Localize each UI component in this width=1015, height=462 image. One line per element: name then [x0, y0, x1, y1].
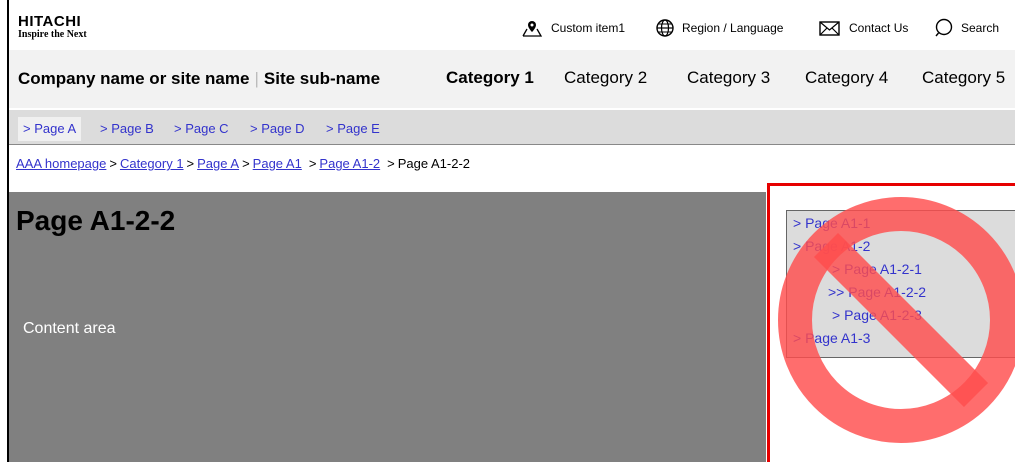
localnav-page-a1-3[interactable]: > Page A1-3	[793, 330, 870, 346]
site-sub-name: Site sub-name	[263, 69, 381, 88]
search-icon	[935, 18, 953, 37]
nav-category-5[interactable]: Category 5	[922, 68, 1005, 88]
side-panel: > Page A1-1 > Page A1-2 > Page A1-2-1 >>…	[767, 183, 1015, 462]
breadcrumb-current: Page A1-2-2	[397, 156, 471, 171]
globe-icon	[656, 19, 674, 37]
nav-category-1[interactable]: Category 1	[446, 68, 534, 88]
region-language-link[interactable]: Region / Language	[655, 18, 783, 38]
map-pin-icon	[522, 21, 543, 37]
search-label: Search	[961, 21, 1000, 35]
localnav-page-a1-1[interactable]: > Page A1-1	[793, 215, 870, 231]
breadcrumb-link-page-a1[interactable]: Page A1	[253, 156, 302, 171]
logo-tagline: Inspire the Next	[18, 29, 87, 40]
region-language-label: Region / Language	[682, 21, 784, 35]
hitachi-logo[interactable]: HITACHI Inspire the Next	[18, 14, 87, 40]
main-navigation: Company name or site name | Site sub-name …	[9, 50, 1015, 108]
nav-category-2[interactable]: Category 2	[564, 68, 647, 88]
contact-us-label: Contact Us	[849, 21, 909, 35]
site-title-separator: |	[254, 69, 259, 88]
subnav-page-d[interactable]: > Page D	[245, 117, 310, 141]
breadcrumb-separator: >	[242, 156, 250, 171]
breadcrumb-link-page-a[interactable]: Page A	[197, 156, 239, 171]
subnav-page-a[interactable]: > Page A	[18, 117, 82, 141]
localnav-page-a1-2-1[interactable]: > Page A1-2-1	[832, 261, 922, 277]
localnav-page-a1-2-2[interactable]: >> Page A1-2-2	[828, 284, 926, 300]
sub-navigation: > Page A > Page B > Page C > Page D > Pa…	[9, 110, 1015, 145]
subnav-page-e[interactable]: > Page E	[321, 117, 385, 141]
logo-wordmark: HITACHI	[18, 13, 82, 30]
local-navigation: > Page A1-1 > Page A1-2 > Page A1-2-1 >>…	[786, 210, 1015, 358]
envelope-icon	[819, 21, 840, 36]
breadcrumb-separator: >	[186, 156, 195, 171]
nav-category-3[interactable]: Category 3	[687, 68, 770, 88]
custom-item1-link[interactable]: Custom item1	[520, 18, 625, 38]
breadcrumb-link-page-a1-2[interactable]: Page A1-2	[319, 156, 380, 171]
breadcrumb-link-home[interactable]: AAA homepage	[16, 156, 106, 171]
localnav-page-a1-2[interactable]: > Page A1-2	[793, 238, 870, 254]
custom-item1-label: Custom item1	[551, 21, 626, 35]
utility-bar: HITACHI Inspire the Next Custom item1 Re…	[9, 0, 1015, 50]
search-link[interactable]: Search	[934, 18, 999, 38]
localnav-page-a1-2-3[interactable]: > Page A1-2-3	[832, 307, 922, 323]
content-area-label: Content area	[23, 320, 116, 337]
contact-us-link[interactable]: Contact Us	[818, 18, 908, 38]
breadcrumb-link-category-1[interactable]: Category 1	[120, 156, 184, 171]
breadcrumb-separator: >	[387, 156, 395, 171]
subnav-page-b[interactable]: > Page B	[95, 117, 159, 141]
breadcrumb-separator: >	[308, 156, 317, 171]
page-title: Page A1-2-2	[16, 205, 176, 236]
site-title[interactable]: Company name or site name | Site sub-name	[18, 69, 380, 89]
breadcrumb: AAA homepage > Category 1 > Page A > Page A1 > P…	[16, 156, 470, 171]
nav-category-4[interactable]: Category 4	[805, 68, 888, 88]
site-name: Company name or site name	[18, 69, 250, 88]
content-area: Page A1-2-2 Content area	[9, 192, 766, 462]
subnav-page-c[interactable]: > Page C	[169, 117, 234, 141]
breadcrumb-separator: >	[109, 156, 117, 171]
